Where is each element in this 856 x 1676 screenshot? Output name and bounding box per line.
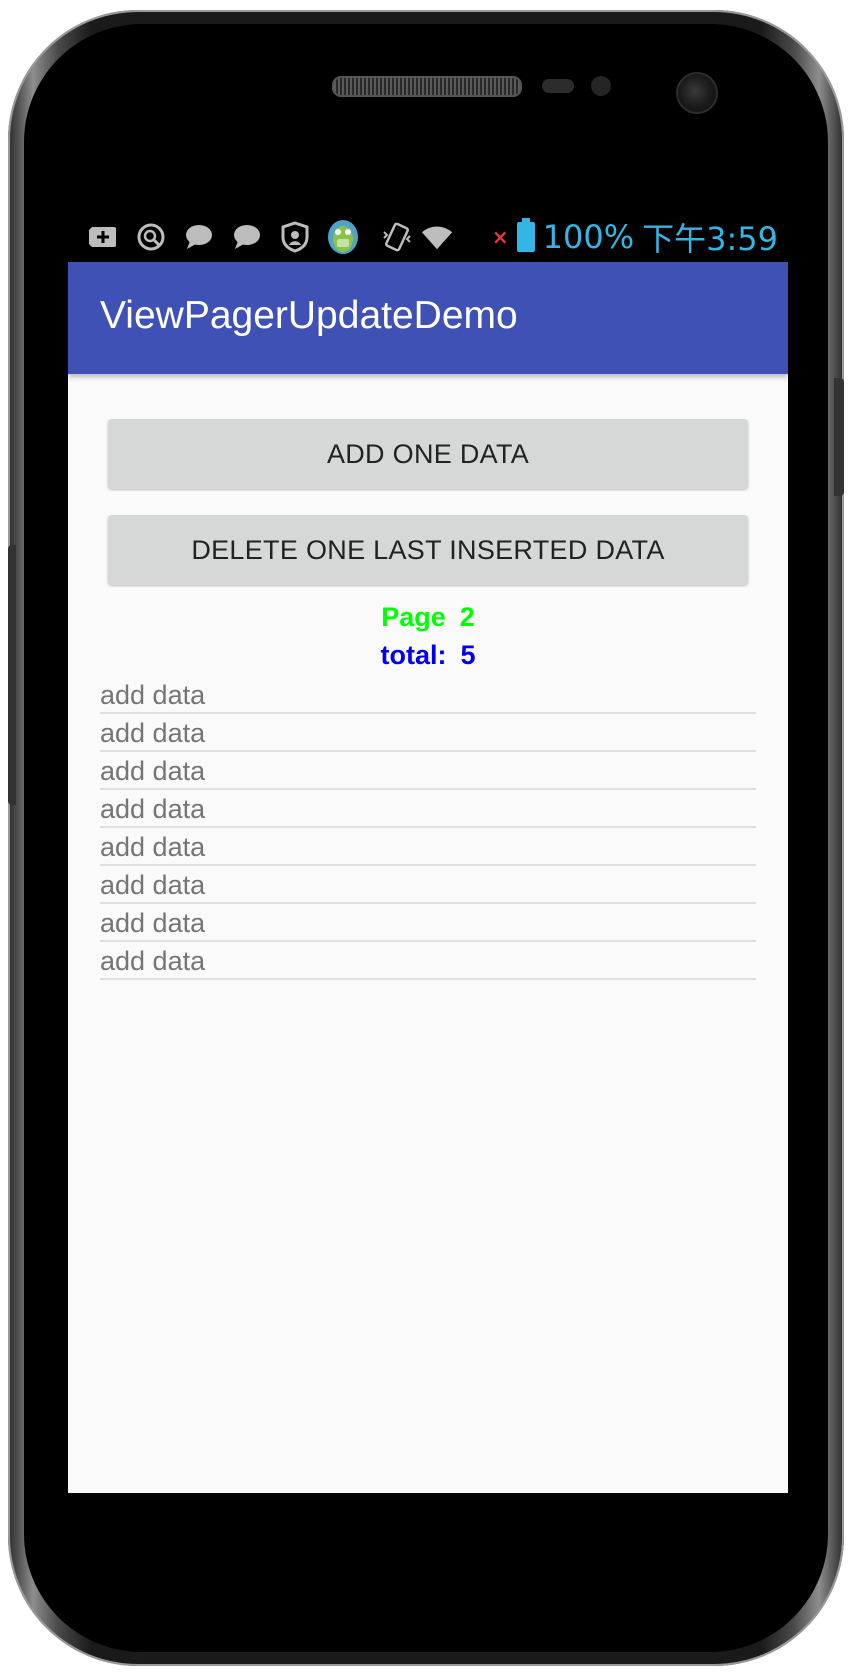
app-title: ViewPagerUpdateDemo [100,294,518,337]
search-circle-icon [134,220,168,254]
list-item[interactable]: add data [100,714,756,752]
data-list[interactable]: add data add data add data add data add … [100,676,756,980]
app-mascot-icon [326,220,360,254]
list-item[interactable]: add data [100,752,756,790]
total-count: 5 [460,640,476,670]
wifi-icon [420,220,454,254]
list-item[interactable]: add data [100,904,756,942]
front-camera [676,72,718,114]
volume-button [8,545,16,805]
light-sensor [591,76,611,96]
page-indicator: Page 2 [68,602,788,633]
add-one-data-button[interactable]: ADD ONE DATA [108,419,748,489]
list-item[interactable]: add data [100,790,756,828]
delete-last-data-button[interactable]: DELETE ONE LAST INSERTED DATA [108,515,748,585]
earpiece-speaker [332,76,522,97]
clock: 下午3:59 [642,220,778,258]
device-screen: × 100% 下午3:59 ViewPagerUpdateDemo ADD ON… [68,212,788,1493]
add-box-icon [86,220,120,254]
list-item[interactable]: add data [100,676,756,714]
total-label: total: [380,640,447,670]
proximity-sensor [542,79,574,93]
no-signal-x-icon: × [491,225,509,249]
status-bar: × 100% 下午3:59 [68,212,788,262]
total-indicator: total: 5 [68,640,788,671]
vibrate-icon [380,220,414,254]
shield-icon [278,220,312,254]
battery-icon [516,218,535,252]
battery-level: 100% [542,218,635,256]
chat-bubble-icon [182,220,216,254]
app-bar: ViewPagerUpdateDemo [68,262,788,374]
list-item[interactable]: add data [100,866,756,904]
chat-bubble-icon [230,220,264,254]
page-label: Page [381,602,446,632]
list-item[interactable]: add data [100,942,756,980]
page-number: 2 [459,602,475,632]
power-button [834,378,844,496]
list-item[interactable]: add data [100,828,756,866]
